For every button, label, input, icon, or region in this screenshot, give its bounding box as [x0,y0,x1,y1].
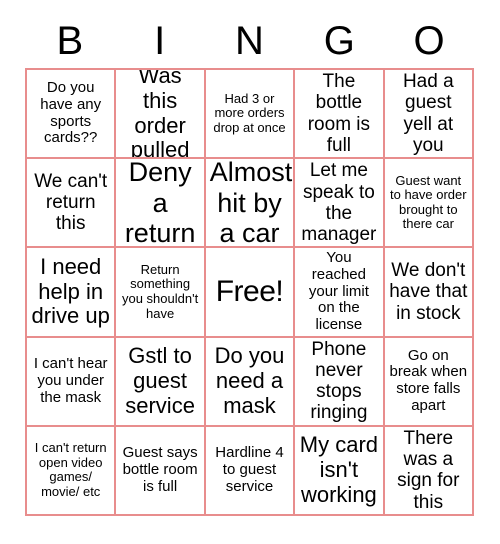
bingo-cell[interactable]: Return something you shouldn't have [116,248,206,338]
bingo-cell-label: Gstl to guest service [125,343,195,418]
bingo-cell-label: Had a guest yell at you [402,71,454,156]
bingo-cell[interactable]: Deny a return [116,159,206,249]
bingo-cell-label: I can't hear you under the mask [33,355,108,406]
header-letter-i: I [154,19,166,63]
bingo-card: B I N G O Do you have any sports cards??… [0,0,500,544]
bingo-cell-label: You reached your limit on the license [308,249,369,334]
bingo-cell-label: Phone never stops ringing [310,338,368,424]
bingo-cell-label: Had 3 or more orders drop at once [213,90,286,135]
bingo-cell[interactable]: My card isn't working [295,426,385,516]
bingo-cell[interactable]: Had 3 or more orders drop at once [205,70,296,160]
bingo-cell-label: We don't have that in stock [389,260,468,324]
bingo-cell[interactable]: Was this order pulled [116,70,206,160]
bingo-cell-label: Go on break when store falls apart [389,346,468,414]
bingo-cell-label: Was this order pulled [130,70,190,160]
bingo-cell-label: Free! [215,275,284,309]
bingo-cell[interactable]: I can't hear you under the mask [27,337,117,427]
bingo-cell[interactable]: There was a sign for this [384,426,474,516]
bingo-cell[interactable]: We can't return this [27,159,117,249]
bingo-cell-free[interactable]: Free! [205,248,296,338]
bingo-cell[interactable]: Phone never stops ringing [295,337,385,427]
bingo-cell-label: Let me speak to the manager [301,160,377,246]
header-letter-n: N [235,19,264,63]
bingo-cell-label: Almost hit by a car [209,159,293,248]
bingo-cell-label: We can't return this [34,170,108,235]
bingo-cell[interactable]: Go on break when store falls apart [384,337,474,427]
bingo-cell[interactable]: The bottle room is full [295,70,385,160]
bingo-cell-label: There was a sign for this [397,427,460,513]
bingo-cell[interactable]: Guest want to have order brought to ther… [384,159,474,249]
bingo-cell[interactable]: Guest says bottle room is full [116,426,206,516]
bingo-cell-label: The bottle room is full [307,71,371,156]
bingo-cell-label: Return something you shouldn't have [121,261,199,321]
bingo-cell[interactable]: Gstl to guest service [116,337,206,427]
bingo-cell-label: Guest want to have order brought to ther… [389,172,467,232]
bingo-cell[interactable]: We don't have that in stock [384,248,474,338]
bingo-cell[interactable]: Let me speak to the manager [295,159,385,249]
bingo-cell[interactable]: Hardline 4 to guest service [205,426,296,516]
bingo-cell-label: Hardline 4 to guest service [215,444,284,495]
header-letter-o: O [413,19,445,63]
bingo-cell-label: Guest says bottle room is full [122,444,198,495]
bingo-cell-label: My card isn't working [299,432,379,507]
bingo-grid: Do you have any sports cards?? Was this … [25,68,474,516]
bingo-cell-label: Do you need a mask [214,343,285,418]
bingo-cell[interactable]: Do you have any sports cards?? [27,70,117,160]
bingo-cell[interactable]: Do you need a mask [205,337,296,427]
bingo-cell-label: Do you have any sports cards?? [40,79,102,147]
bingo-header: B I N G O [25,14,474,68]
bingo-cell[interactable]: Had a guest yell at you [384,70,474,160]
bingo-cell-label: I need help in drive up [31,254,110,329]
bingo-cell-label: Deny a return [124,159,196,248]
bingo-cell[interactable]: You reached your limit on the license [295,248,385,338]
bingo-cell[interactable]: I need help in drive up [27,248,117,338]
bingo-cell[interactable]: Almost hit by a car [205,159,296,249]
header-letter-b: B [56,19,84,63]
bingo-cell-label: I can't return open video games/ movie/ … [34,440,107,499]
header-letter-g: G [323,19,355,63]
bingo-cell[interactable]: I can't return open video games/ movie/ … [27,426,117,516]
